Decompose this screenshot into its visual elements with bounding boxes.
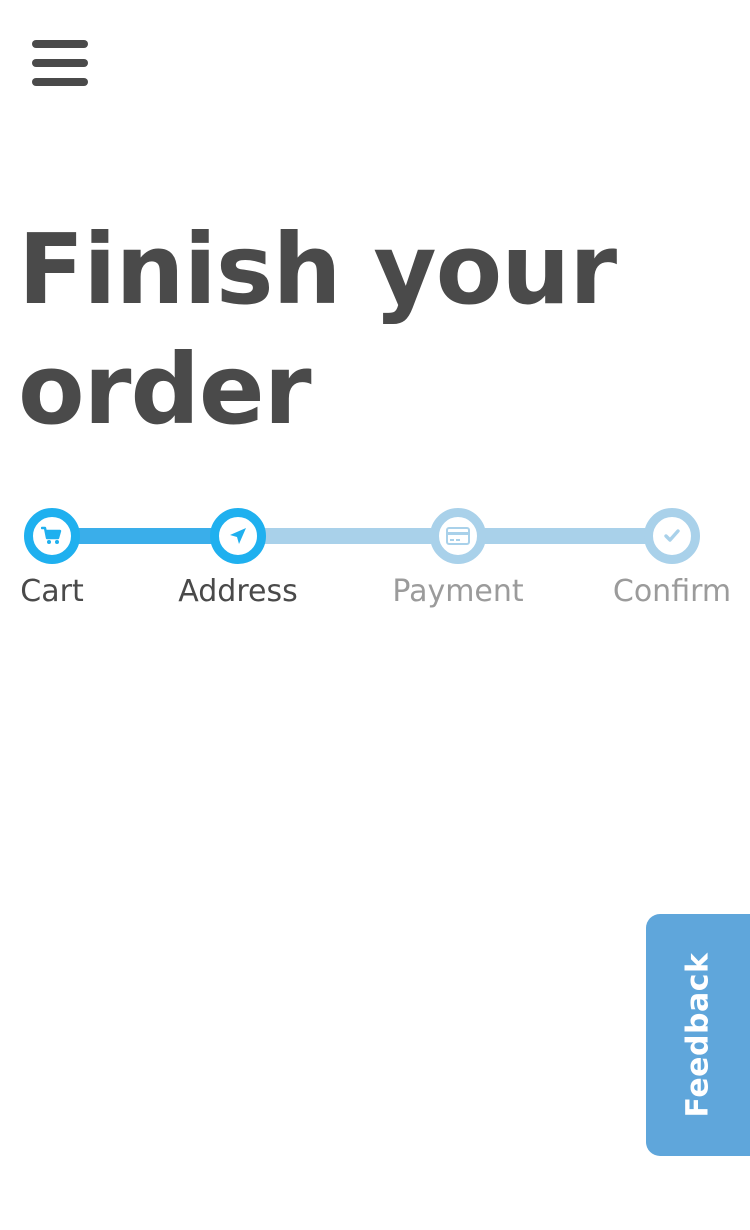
step-cart[interactable]: Cart [0,500,122,612]
checkout-page: Finish your order Cart Address Payment C… [0,0,750,1230]
step-cart-circle [24,508,80,564]
step-payment[interactable]: Payment [388,500,528,612]
step-address-circle [210,508,266,564]
checkout-stepper: Cart Address Payment Confirm [0,500,750,620]
step-confirm-label: Confirm [612,574,732,609]
menu-bar-middle [32,59,88,67]
step-payment-circle [430,508,486,564]
menu-bar-bottom [32,78,88,86]
page-title: Finish your order [18,213,617,446]
menu-bar-top [32,40,88,48]
feedback-label: Feedback [680,952,716,1118]
step-confirm-circle [644,508,700,564]
location-arrow-icon [224,522,252,550]
check-icon [658,522,686,550]
cart-icon [38,522,66,550]
step-confirm[interactable]: Confirm [602,500,742,612]
step-cart-label: Cart [20,574,84,609]
step-address[interactable]: Address [168,500,308,612]
step-address-label: Address [178,574,298,609]
feedback-button[interactable]: Feedback [646,914,750,1156]
credit-card-icon [444,522,472,550]
step-payment-label: Payment [392,574,524,609]
hamburger-menu-button[interactable] [32,40,88,88]
